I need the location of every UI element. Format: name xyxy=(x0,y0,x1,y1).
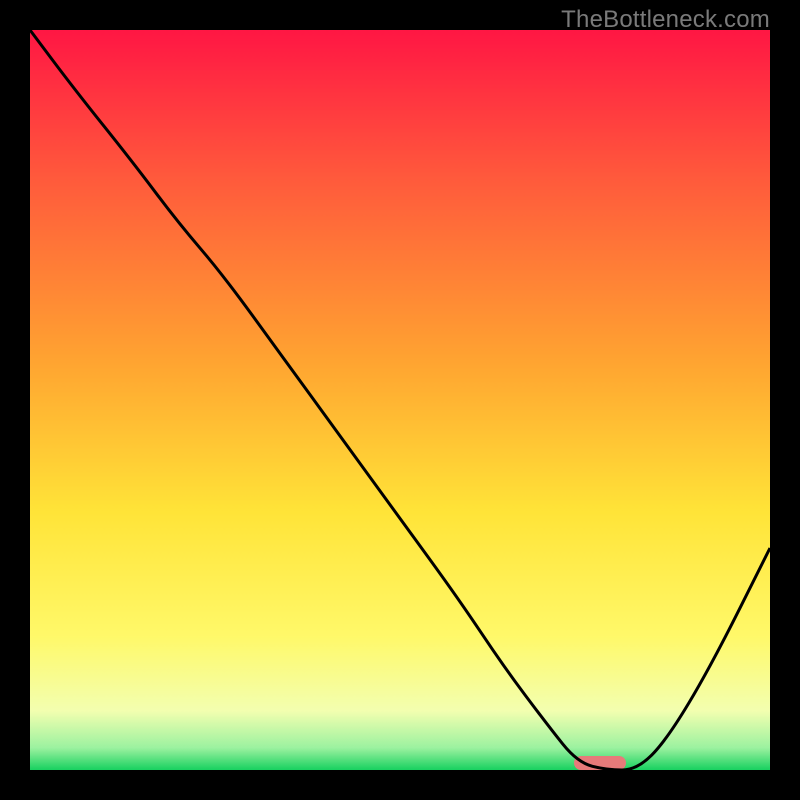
minimum-marker xyxy=(574,756,626,770)
chart-frame xyxy=(30,30,770,770)
chart-gradient-background xyxy=(30,30,770,770)
